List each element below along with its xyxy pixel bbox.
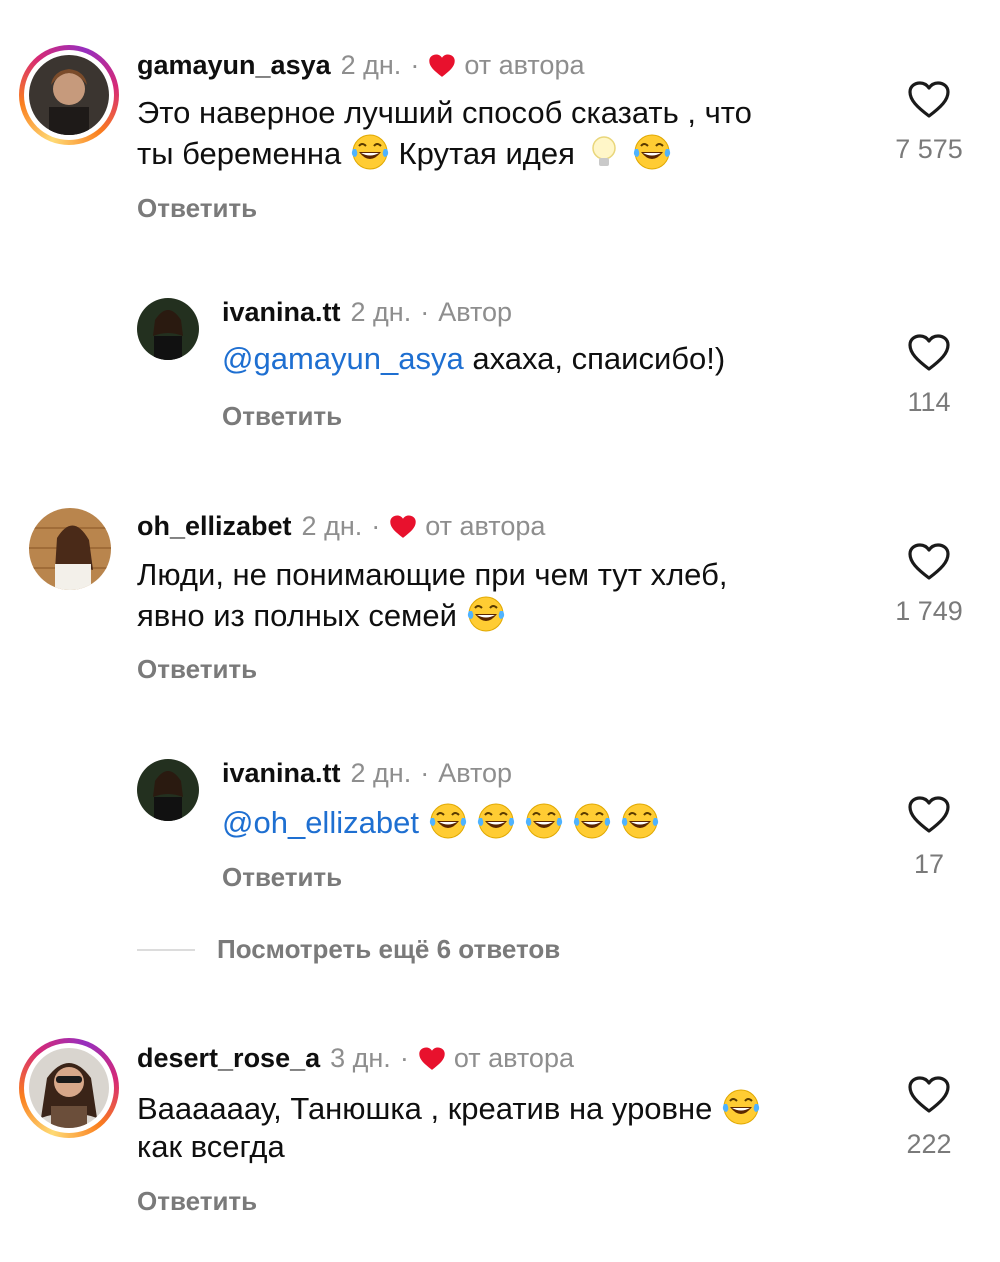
laughing-emoji-icon <box>524 801 564 841</box>
mention-link[interactable]: @gamayun_asya <box>222 341 464 376</box>
comment-time: 2 дн. <box>350 297 412 327</box>
like-count: 222 <box>906 1129 952 1159</box>
liked-by-author-label: от автора <box>425 511 546 541</box>
laughing-emoji-icon <box>620 801 660 841</box>
view-more-replies-label: Посмотреть ещё 6 ответов <box>217 934 561 964</box>
laughing-emoji-icon <box>466 594 506 634</box>
heart-filled-icon <box>418 1046 446 1072</box>
comment-text: @gamayun_asya ахаха, спаисибо!) <box>222 341 726 376</box>
username[interactable]: ivanina.tt <box>222 758 341 789</box>
liked-by-author-label: от автора <box>464 50 585 80</box>
like-control: 1 749 <box>884 542 974 627</box>
author-badge: Автор <box>438 758 513 788</box>
avatar[interactable] <box>29 1048 109 1128</box>
reply-button[interactable]: Ответить <box>222 862 342 893</box>
laughing-emoji-icon <box>572 801 612 841</box>
separator-dot: · <box>420 758 430 788</box>
like-control: 114 <box>884 333 974 418</box>
mention-link[interactable]: @oh_ellizabet <box>222 805 419 840</box>
heart-outline-icon[interactable] <box>907 795 951 835</box>
comment-time: 2 дн. <box>340 50 402 80</box>
username[interactable]: gamayun_asya <box>137 50 331 81</box>
reply-button[interactable]: Ответить <box>137 654 257 685</box>
like-control: 222 <box>884 1075 974 1160</box>
like-control: 17 <box>884 795 974 880</box>
view-more-replies-button[interactable]: Посмотреть ещё 6 ответов <box>137 934 560 965</box>
like-control: 7 575 <box>884 80 974 165</box>
avatar[interactable] <box>29 55 109 135</box>
avatar[interactable] <box>137 759 199 821</box>
author-badge: Автор <box>438 297 513 327</box>
laughing-emoji-icon <box>476 801 516 841</box>
reply-button[interactable]: Ответить <box>137 1186 257 1217</box>
username[interactable]: oh_ellizabet <box>137 511 292 542</box>
heart-filled-icon <box>389 514 417 540</box>
avatar[interactable] <box>29 508 111 590</box>
comment-time: 2 дн. <box>350 758 412 788</box>
separator-dot: · <box>371 511 381 541</box>
divider-line <box>137 948 195 951</box>
laughing-emoji-icon <box>428 801 468 841</box>
comment-text: Это наверное лучший способ сказать , что… <box>137 95 752 172</box>
comment-text: Ваааааау, Танюшка , креатив на уровне ка… <box>137 1087 857 1166</box>
heart-outline-icon[interactable] <box>907 333 951 373</box>
avatar[interactable] <box>137 298 199 360</box>
separator-dot: · <box>410 50 420 80</box>
like-count: 17 <box>913 849 945 879</box>
laughing-emoji-icon <box>632 132 672 172</box>
reply-button[interactable]: Ответить <box>137 193 257 224</box>
liked-by-author-label: от автора <box>453 1043 574 1073</box>
comment-time: 2 дн. <box>301 511 363 541</box>
comment-time: 3 дн. <box>330 1043 391 1073</box>
heart-outline-icon[interactable] <box>907 1075 951 1115</box>
like-count: 1 749 <box>895 596 963 626</box>
laughing-emoji-icon <box>350 132 390 172</box>
username[interactable]: desert_rose_a <box>137 1043 320 1074</box>
heart-outline-icon[interactable] <box>907 80 951 120</box>
heart-filled-icon <box>428 53 456 79</box>
comment-text: Люди, не понимающие при чем тут хлеб, яв… <box>137 557 728 634</box>
story-ring[interactable] <box>19 1038 119 1138</box>
separator-dot: · <box>399 1043 409 1073</box>
heart-outline-icon[interactable] <box>907 542 951 582</box>
lightbulb-emoji-icon <box>591 136 616 166</box>
like-count: 114 <box>907 387 951 417</box>
username[interactable]: ivanina.tt <box>222 297 341 328</box>
like-count: 7 575 <box>895 134 963 164</box>
separator-dot: · <box>420 297 430 327</box>
comment-text: @oh_ellizabet <box>222 801 942 842</box>
laughing-emoji-icon <box>721 1087 761 1127</box>
story-ring[interactable] <box>19 45 119 145</box>
reply-button[interactable]: Ответить <box>222 401 342 432</box>
